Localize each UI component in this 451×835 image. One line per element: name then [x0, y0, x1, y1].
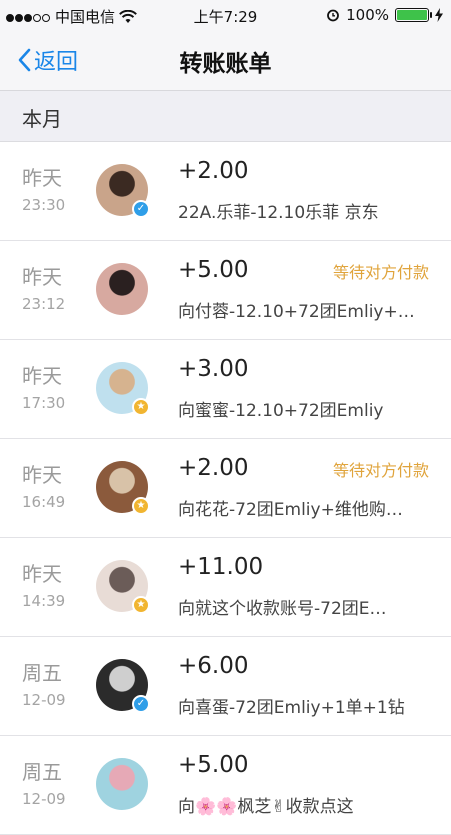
transaction-time: 16:49 — [22, 493, 66, 511]
transaction-row[interactable]: 昨天 14:39 ★ +11.00 向就这个收款账号-72团E… — [0, 538, 451, 637]
transaction-day: 昨天 — [22, 265, 62, 289]
transaction-row[interactable]: 昨天 23:30 ✓ +2.00 22A.乐菲-12.10乐菲 京东 — [0, 142, 451, 241]
avatar-image — [96, 263, 148, 315]
battery-icon — [395, 8, 432, 22]
transaction-desc: 向🌸🌸枫芝✌收款点这 — [178, 797, 354, 817]
transaction-status: 等待对方付款 — [332, 263, 429, 282]
avatar: ★ — [96, 461, 150, 515]
transaction-time: 12-09 — [22, 691, 66, 709]
transaction-amount: +3.00 — [178, 356, 249, 382]
transaction-time: 12-09 — [22, 790, 66, 808]
avatar: ✓ — [96, 164, 150, 218]
transaction-time: 23:30 — [22, 196, 66, 214]
transaction-desc: 向蜜蜜-12.10+72团Emliy — [178, 401, 384, 421]
transaction-time: 14:39 — [22, 592, 66, 610]
transaction-day: 昨天 — [22, 463, 62, 487]
transaction-row[interactable]: 昨天 23:12 +5.00 等待对方付款 向付蓉-12.10+72团Emliy… — [0, 241, 451, 340]
transaction-time: 17:30 — [22, 394, 66, 412]
transaction-day: 周五 — [22, 760, 62, 784]
transaction-day: 昨天 — [22, 166, 62, 190]
battery-fill — [397, 10, 427, 20]
transaction-status: 等待对方付款 — [332, 461, 429, 480]
transaction-row[interactable]: 周五 12-09 +5.00 向🌸🌸枫芝✌收款点这 — [0, 736, 451, 835]
verified-badge-icon: ★ — [132, 596, 150, 614]
transaction-amount: +2.00 — [178, 158, 249, 184]
section-label: 本月 — [22, 107, 62, 131]
charging-icon — [435, 8, 443, 22]
transaction-desc: 向就这个收款账号-72团E… — [178, 599, 387, 619]
transaction-desc: 向付蓉-12.10+72团Emliy+… — [178, 302, 415, 322]
verified-badge-icon: ★ — [132, 398, 150, 416]
verified-badge-icon: ✓ — [132, 695, 150, 713]
transaction-desc: 22A.乐菲-12.10乐菲 京东 — [178, 203, 379, 223]
status-right: 100% — [326, 6, 443, 24]
transaction-day: 昨天 — [22, 364, 62, 388]
avatar: ★ — [96, 560, 150, 614]
transaction-day: 周五 — [22, 661, 62, 685]
page-title: 转账账单 — [179, 51, 272, 77]
transaction-amount: +5.00 — [178, 257, 249, 283]
transaction-amount: +6.00 — [178, 653, 249, 679]
nav-bar: 返回 转账账单 — [0, 30, 451, 91]
avatar — [96, 758, 148, 810]
verified-badge-icon: ★ — [132, 497, 150, 515]
battery-percent: 100% — [346, 6, 389, 24]
transaction-day: 昨天 — [22, 562, 62, 586]
avatar-image — [96, 758, 148, 810]
status-bar: 中国电信 上午7:29 100% — [0, 0, 451, 30]
transaction-desc: 向花花-72团Emliy+维他购… — [178, 500, 403, 520]
transaction-desc: 向喜蛋-72团Emliy+1单+1钻 — [178, 698, 405, 718]
verified-badge-icon: ✓ — [132, 200, 150, 218]
transaction-time: 23:12 — [22, 295, 66, 313]
avatar — [96, 263, 148, 315]
transaction-amount: +11.00 — [178, 554, 264, 580]
transaction-list: 昨天 23:30 ✓ +2.00 22A.乐菲-12.10乐菲 京东 昨天 23… — [0, 142, 451, 835]
section-header: 本月 — [0, 91, 451, 142]
avatar: ★ — [96, 362, 150, 416]
transaction-amount: +2.00 — [178, 455, 249, 481]
transaction-row[interactable]: 周五 12-09 ✓ +6.00 向喜蛋-72团Emliy+1单+1钻 — [0, 637, 451, 736]
transaction-amount: +5.00 — [178, 752, 249, 778]
avatar: ✓ — [96, 659, 150, 713]
transaction-row[interactable]: 昨天 16:49 ★ +2.00 等待对方付款 向花花-72团Emliy+维他购… — [0, 439, 451, 538]
transaction-row[interactable]: 昨天 17:30 ★ +3.00 向蜜蜜-12.10+72团Emliy — [0, 340, 451, 439]
alarm-icon — [327, 9, 340, 22]
